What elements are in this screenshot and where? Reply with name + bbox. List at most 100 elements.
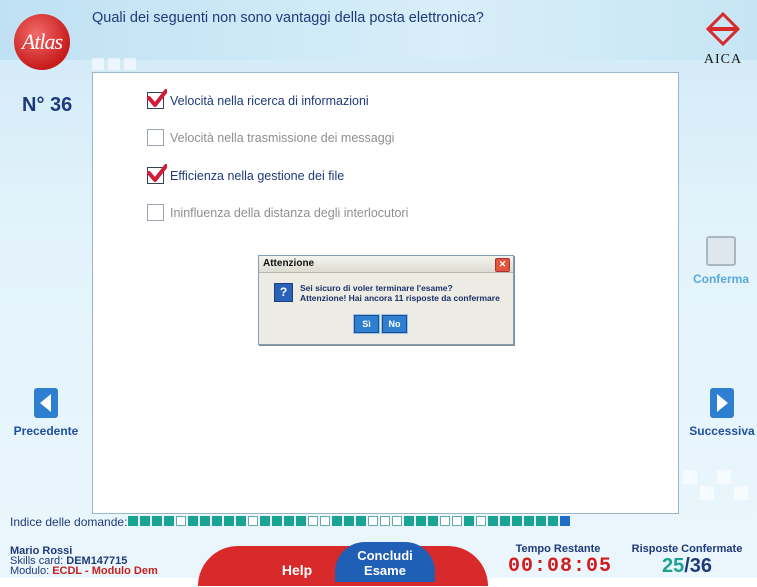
question-index-square[interactable] [164, 516, 174, 526]
time-remaining: Tempo Restante 00:08:05 [508, 543, 613, 578]
confirmed-answers-label: Risposte Confermate [631, 543, 743, 555]
header-band [0, 0, 757, 60]
question-index-square[interactable] [224, 516, 234, 526]
answers-total: 36 [689, 555, 713, 577]
question-index-square[interactable] [476, 516, 486, 526]
answer-option-4[interactable]: Ininfluenza della distanza degli interlo… [147, 204, 408, 221]
question-index-square[interactable] [320, 516, 330, 526]
question-index-square[interactable] [260, 516, 270, 526]
answer-option-2[interactable]: Velocità nella trasmissione dei messaggi [147, 129, 394, 146]
module-label: Modulo: [10, 565, 50, 577]
deco-tile [700, 486, 714, 500]
question-index-square[interactable] [128, 516, 138, 526]
no-button[interactable]: No [381, 314, 408, 334]
question-index-square[interactable] [332, 516, 342, 526]
answer-option-label: Velocità nella trasmissione dei messaggi [170, 130, 395, 145]
checkbox-checked[interactable] [147, 89, 167, 109]
confirm-exit-dialog: Attenzione ✕ ? Sei sicuro di voler termi… [258, 255, 514, 345]
dialog-message-line2: Attenzione! Hai ancora 11 risposte da co… [300, 293, 500, 303]
question-index-square[interactable] [536, 516, 546, 526]
checkbox-unchecked[interactable] [147, 129, 164, 146]
confirm-icon [706, 236, 736, 266]
previous-label: Precedente [13, 424, 79, 438]
question-index-square[interactable] [140, 516, 150, 526]
deco-tile [92, 58, 104, 70]
question-index-square[interactable] [212, 516, 222, 526]
atlas-logo: Atlas [14, 14, 70, 70]
question-index-square[interactable] [344, 516, 354, 526]
answers-done: 25 [661, 555, 685, 577]
question-index-square[interactable] [380, 516, 390, 526]
question-index-square[interactable] [296, 516, 306, 526]
question-index-square[interactable] [524, 516, 534, 526]
previous-button[interactable]: Precedente [10, 388, 82, 438]
question-index-square[interactable] [452, 516, 462, 526]
dialog-message-line1: Sei sicuro di voler terminare l'esame? [300, 283, 453, 293]
question-index-square[interactable] [404, 516, 414, 526]
question-icon: ? [274, 283, 293, 302]
deco-tile [734, 486, 748, 500]
checkbox-unchecked[interactable] [147, 204, 164, 221]
question-index-square[interactable] [548, 516, 558, 526]
arrow-right-icon [710, 388, 734, 418]
close-icon[interactable]: ✕ [495, 258, 510, 272]
question-index-square[interactable] [368, 516, 378, 526]
answer-option-3[interactable]: Efficienza nella gestione dei file [147, 164, 345, 184]
dialog-message: Sei sicuro di voler terminare l'esame? A… [300, 283, 500, 303]
question-index-square[interactable] [356, 516, 366, 526]
question-index-square[interactable] [284, 516, 294, 526]
deco-tile [108, 58, 120, 70]
question-index-square[interactable] [488, 516, 498, 526]
candidate-info: Mario Rossi Skills card: DEM147715 Modul… [10, 546, 158, 577]
atlas-logo-text: Atlas [21, 29, 63, 54]
question-index-square[interactable] [272, 516, 282, 526]
question-number: N° 36 [22, 94, 73, 116]
next-label: Successiva [689, 424, 755, 438]
question-index-square[interactable] [428, 516, 438, 526]
question-index-square[interactable] [560, 516, 570, 526]
confirmed-answers-value: 25/36 [624, 555, 750, 578]
help-button[interactable]: Help [268, 553, 326, 583]
confirmed-answers: Risposte Confermate 25/36 [624, 543, 750, 578]
answer-option-label: Ininfluenza della distanza degli interlo… [170, 205, 409, 220]
deco-tile [683, 470, 697, 484]
question-index-square[interactable] [200, 516, 210, 526]
confirm-button[interactable]: Conferma [691, 236, 751, 286]
question-index-square[interactable] [464, 516, 474, 526]
time-remaining-value: 00:08:05 [508, 555, 613, 578]
finish-exam-button[interactable]: Concludi Esame [335, 542, 435, 582]
question-index-square[interactable] [308, 516, 318, 526]
question-index-square[interactable] [512, 516, 522, 526]
dialog-title-bar: Attenzione ✕ [259, 256, 513, 273]
question-text: Quali dei seguenti non sono vantaggi del… [92, 10, 484, 26]
question-index-square[interactable] [440, 516, 450, 526]
time-remaining-label: Tempo Restante [515, 543, 601, 555]
question-index-square[interactable] [248, 516, 258, 526]
question-index-square[interactable] [152, 516, 162, 526]
answer-option-label: Efficienza nella gestione dei file [170, 168, 345, 183]
answer-option-label: Velocità nella ricerca di informazioni [170, 93, 369, 108]
deco-tile [124, 58, 136, 70]
dialog-title: Attenzione [263, 258, 315, 269]
aica-logo-mark [705, 11, 741, 47]
answer-option-1[interactable]: Velocità nella ricerca di informazioni [147, 89, 369, 109]
question-index-label: Indice delle domande: [10, 515, 128, 529]
yes-button[interactable]: Sì [353, 314, 380, 334]
question-index-square[interactable] [236, 516, 246, 526]
question-index-square[interactable] [392, 516, 402, 526]
question-index-square[interactable] [500, 516, 510, 526]
question-index-square[interactable] [188, 516, 198, 526]
finish-exam-label-2: Esame [364, 563, 406, 578]
confirm-label: Conferma [692, 272, 749, 286]
arrow-left-icon [34, 388, 58, 418]
next-button[interactable]: Successiva [687, 388, 757, 438]
question-index-bar [128, 516, 570, 526]
checkbox-checked[interactable] [147, 164, 167, 184]
finish-exam-label-1: Concludi [357, 548, 413, 563]
aica-logo: AICA [699, 11, 747, 72]
question-index-square[interactable] [416, 516, 426, 526]
aica-logo-text: AICA [703, 52, 743, 67]
deco-tile [717, 470, 731, 484]
module-value: ECDL - Modulo Dem [52, 565, 158, 577]
question-index-square[interactable] [176, 516, 186, 526]
